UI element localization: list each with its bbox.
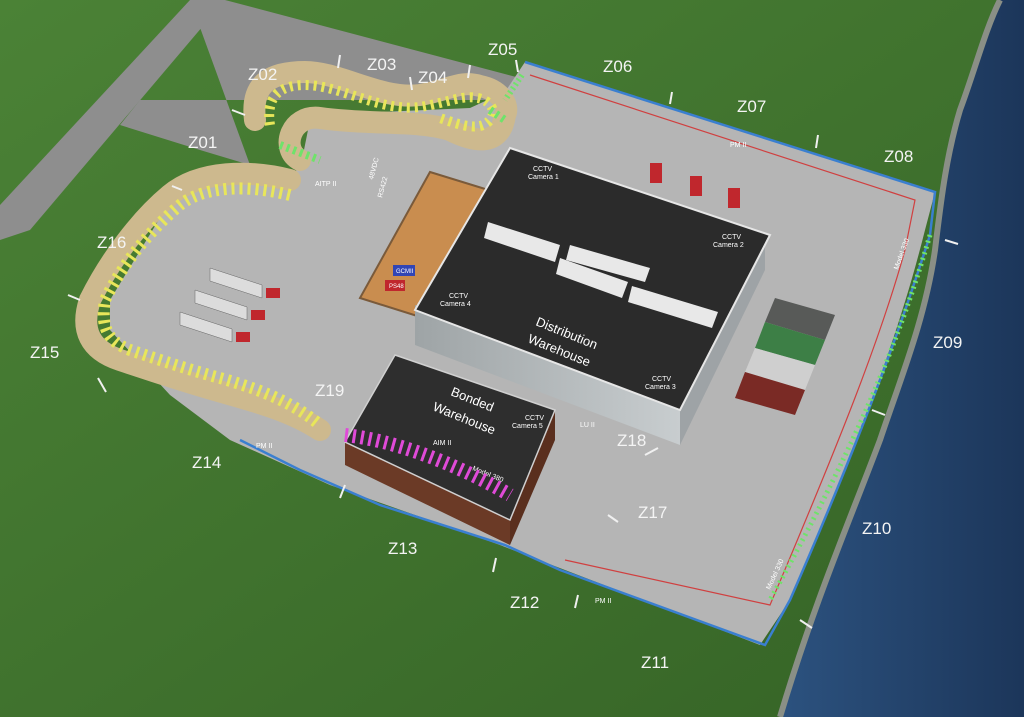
pm-ii-label: PM II — [595, 598, 611, 605]
zone-label-z06: Z06 — [603, 57, 632, 76]
zone-label-z04: Z04 — [418, 68, 447, 87]
truck-cab — [728, 188, 740, 208]
site-security-diagram: GCMII PS48 Distribution Warehouse CCTV C… — [0, 0, 1024, 717]
cctv-camera-2-label: CCTV — [722, 234, 741, 241]
cctv-camera-4-sub: Camera 4 — [440, 301, 471, 308]
zone-label-z12: Z12 — [510, 593, 539, 612]
zone-label-z15: Z15 — [30, 343, 59, 362]
cctv-camera-4-label: CCTV — [449, 293, 468, 300]
cctv-camera-2-sub: Camera 2 — [713, 242, 744, 249]
cctv-camera-5-sub: Camera 5 — [512, 423, 543, 430]
truck-cab — [650, 163, 662, 183]
cctv-camera-3-sub: Camera 3 — [645, 384, 676, 391]
lu-ii-label: LU II — [580, 422, 595, 429]
zone-label-z17: Z17 — [638, 503, 667, 522]
truck-cab — [690, 176, 702, 196]
zone-label-z07: Z07 — [737, 97, 766, 116]
zone-label-z14: Z14 — [192, 453, 221, 472]
zone-label-z08: Z08 — [884, 147, 913, 166]
zone-label-z01: Z01 — [188, 133, 217, 152]
pm-ii-label: PM II — [256, 443, 272, 450]
zone-label-z16: Z16 — [97, 233, 126, 252]
pm-ii-label: PM II — [730, 142, 746, 149]
truck-cab — [251, 310, 265, 320]
aitp-label: AITP II — [315, 181, 336, 188]
gcmii-label: GCMII — [396, 269, 414, 275]
ps48-label: PS48 — [389, 284, 404, 290]
aim-ii-label: AIM II — [433, 440, 451, 447]
cctv-camera-5-label: CCTV — [525, 415, 544, 422]
zone-label-z10: Z10 — [862, 519, 891, 538]
cctv-camera-1-sub: Camera 1 — [528, 174, 559, 181]
zone-label-z19: Z19 — [315, 381, 344, 400]
zone-label-z02: Z02 — [248, 65, 277, 84]
truck-cab — [266, 288, 280, 298]
zone-label-z05: Z05 — [488, 40, 517, 59]
truck-cab — [236, 332, 250, 342]
zone-label-z11: Z11 — [641, 653, 669, 672]
cctv-camera-3-label: CCTV — [652, 376, 671, 383]
zone-label-z18: Z18 — [617, 431, 646, 450]
zone-label-z09: Z09 — [933, 333, 962, 352]
cctv-camera-1-label: CCTV — [533, 166, 552, 173]
zone-label-z13: Z13 — [388, 539, 417, 558]
zone-label-z03: Z03 — [367, 55, 396, 74]
